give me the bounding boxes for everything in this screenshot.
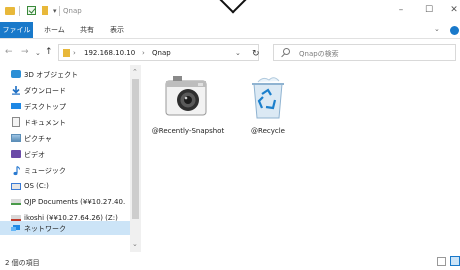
- close-button[interactable]: ✕: [447, 4, 460, 16]
- file-name: @Recycle: [251, 127, 285, 135]
- sidebar-item-3d-objects[interactable]: 3D オブジェクト: [0, 66, 130, 82]
- maximize-button[interactable]: ☐: [422, 4, 436, 16]
- pictures-icon: [11, 134, 21, 142]
- sidebar-item-label: QJP Documents (¥¥10.27.40.: [24, 198, 126, 206]
- status-bar: 2 個の項目: [0, 252, 460, 270]
- sidebar-item-os-drive[interactable]: OS (C:): [0, 178, 130, 194]
- tab-view[interactable]: 表示: [110, 22, 124, 38]
- scroll-up-icon[interactable]: ⌃: [132, 68, 138, 76]
- sidebar-item-label: 3D オブジェクト: [24, 71, 79, 79]
- file-list: @Recently-Snapshot @Recycle: [141, 65, 460, 252]
- breadcrumb-folder[interactable]: Qnap: [152, 49, 171, 57]
- address-dropdown-icon[interactable]: ⌄: [235, 49, 241, 57]
- sidebar-item-qjp-documents[interactable]: QJP Documents (¥¥10.27.40.: [0, 194, 130, 210]
- breadcrumb-separator[interactable]: ›: [73, 49, 76, 57]
- forward-button[interactable]: →: [21, 46, 29, 58]
- minimize-button[interactable]: –: [394, 4, 408, 16]
- chevron-down-icon: [217, 0, 249, 14]
- documents-icon: [12, 117, 20, 127]
- sidebar-item-label: デスクトップ: [24, 103, 66, 111]
- sidebar-scrollbar[interactable]: ⌃ ⌄: [130, 65, 141, 252]
- sidebar-item-music[interactable]: ミュージック: [0, 162, 130, 178]
- new-folder-icon[interactable]: [42, 6, 48, 15]
- scrollbar-thumb[interactable]: [132, 79, 139, 219]
- sidebar-item-label: ドキュメント: [24, 119, 66, 127]
- title-bar: ▾ Qnap – ☐ ✕: [0, 0, 460, 22]
- customize-quick-access-icon[interactable]: ▾: [53, 7, 57, 17]
- file-name: @Recently-Snapshot: [151, 127, 225, 135]
- search-placeholder: Qnapの検索: [299, 50, 339, 58]
- search-icon: [283, 48, 290, 55]
- ribbon-tabs: ファイル ホーム 共有 表示 ⌄: [0, 22, 460, 39]
- item-count: 2 個の項目: [5, 259, 40, 267]
- window-title: Qnap: [63, 7, 82, 15]
- tab-share[interactable]: 共有: [80, 22, 94, 38]
- tab-file[interactable]: ファイル: [0, 22, 33, 38]
- file-item-recently-snapshot[interactable]: @Recently-Snapshot: [149, 72, 227, 162]
- sidebar-item-label: ビデオ: [24, 151, 45, 159]
- download-icon: [11, 86, 21, 95]
- help-icon[interactable]: [450, 26, 459, 35]
- camera-folder-icon: [165, 76, 207, 116]
- refresh-button[interactable]: ↻: [252, 49, 260, 59]
- tab-home[interactable]: ホーム: [44, 22, 65, 38]
- music-icon: [11, 166, 21, 176]
- file-item-recycle[interactable]: @Recycle: [229, 72, 307, 162]
- recycle-bin-icon: [252, 77, 284, 119]
- sidebar-item-label: ピクチャ: [24, 135, 52, 143]
- network-drive-icon: [11, 199, 21, 205]
- breadcrumb-host[interactable]: 192.168.10.10: [84, 49, 135, 57]
- up-button[interactable]: ↑: [45, 46, 53, 58]
- back-button[interactable]: ←: [5, 46, 13, 58]
- sidebar-item-downloads[interactable]: ダウンロード: [0, 82, 130, 98]
- network-icon: [11, 224, 21, 232]
- sidebar-item-network[interactable]: ネットワーク: [0, 221, 130, 235]
- navigation-pane: 3D オブジェクト ダウンロード デスクトップ ドキュメント ピクチャ ビデオ …: [0, 65, 141, 252]
- videos-icon: [11, 150, 21, 158]
- sidebar-item-label: ダウンロード: [24, 87, 66, 95]
- drive-icon: [11, 183, 21, 190]
- toolbar-separator: [59, 6, 60, 16]
- address-row: ← → ⌄ ↑ › 192.168.10.10 › Qnap ⌄ ↻ Qnapの…: [0, 39, 460, 65]
- properties-check-icon[interactable]: [27, 6, 36, 15]
- details-view-icon[interactable]: [437, 257, 446, 266]
- expand-ribbon-icon[interactable]: ⌄: [434, 25, 440, 33]
- network-folder-icon: [63, 49, 70, 57]
- folder-icon: [5, 7, 15, 15]
- search-input[interactable]: Qnapの検索: [273, 44, 456, 61]
- toolbar-separator: [19, 6, 20, 16]
- sidebar-item-label: ミュージック: [24, 167, 66, 175]
- sidebar-item-videos[interactable]: ビデオ: [0, 146, 130, 162]
- sidebar-item-documents[interactable]: ドキュメント: [0, 114, 130, 130]
- scroll-down-icon[interactable]: ⌄: [132, 240, 138, 248]
- sidebar-item-label: ネットワーク: [24, 225, 66, 233]
- sidebar-item-label: OS (C:): [24, 182, 49, 190]
- sidebar-item-desktop[interactable]: デスクトップ: [0, 98, 130, 114]
- desktop-icon: [11, 103, 21, 109]
- breadcrumb-separator[interactable]: ›: [142, 49, 145, 57]
- large-icons-view-icon[interactable]: [450, 256, 460, 266]
- 3d-objects-icon: [11, 70, 21, 78]
- recent-locations-button[interactable]: ⌄: [35, 47, 41, 59]
- sidebar-item-pictures[interactable]: ピクチャ: [0, 130, 130, 146]
- address-bar[interactable]: › 192.168.10.10 › Qnap ⌄: [58, 44, 259, 61]
